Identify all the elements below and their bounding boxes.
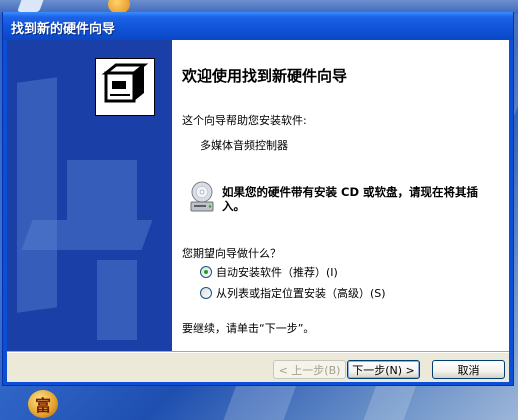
hardware-card-icon [95, 58, 155, 116]
radio-button[interactable] [200, 287, 212, 299]
footer-separator-highlight [7, 352, 509, 353]
wizard-heading: 欢迎使用找到新硬件向导 [182, 67, 348, 85]
wizard-sidebar [7, 40, 172, 351]
desktop-app-icon[interactable]: 富 [28, 390, 58, 418]
option-auto-install[interactable]: 自动安装软件（推荐）(I) [200, 264, 338, 280]
desktop-shortcut-icon[interactable] [17, 0, 45, 12]
continue-instruction: 要继续，请单击“下一步”。 [182, 322, 315, 335]
sidebar-decoration [97, 260, 137, 340]
device-name: 多媒体音频控制器 [200, 139, 288, 152]
next-button[interactable]: 下一步(N) > [347, 360, 420, 379]
wizard-window: 找到新的硬件向导 欢迎使用找到新硬件向导 这个向导帮助您安装软件: 多媒体音频控… [2, 12, 514, 386]
title-bar[interactable]: 找到新的硬件向导 [3, 12, 513, 40]
option-auto-install-label: 自动安装软件（推荐）(I) [216, 266, 338, 279]
window-title: 找到新的硬件向导 [11, 22, 116, 37]
sidebar-decoration [67, 160, 137, 220]
wizard-body: 欢迎使用找到新硬件向导 这个向导帮助您安装软件: 多媒体音频控制器 如果您的硬件… [7, 40, 509, 382]
cancel-button[interactable]: 取消 [432, 360, 505, 379]
sidebar-decoration [21, 220, 153, 250]
wizard-content: 欢迎使用找到新硬件向导 这个向导帮助您安装软件: 多媒体音频控制器 如果您的硬件… [172, 40, 509, 351]
intro-text: 这个向导帮助您安装软件: [182, 114, 307, 127]
cd-drive-icon [188, 180, 216, 214]
sidebar-decoration [17, 77, 57, 313]
back-button[interactable]: < 上一步(B) [273, 360, 346, 379]
question-text: 您期望向导做什么？ [182, 247, 281, 260]
insert-media-prompt: 如果您的硬件带有安装 CD 或软盘，请现在将其插入。 [222, 185, 478, 213]
radio-button[interactable] [200, 266, 212, 278]
option-manual-install-label: 从列表或指定位置安装（高级）(S) [216, 287, 386, 300]
option-manual-install[interactable]: 从列表或指定位置安装（高级）(S) [200, 285, 386, 301]
